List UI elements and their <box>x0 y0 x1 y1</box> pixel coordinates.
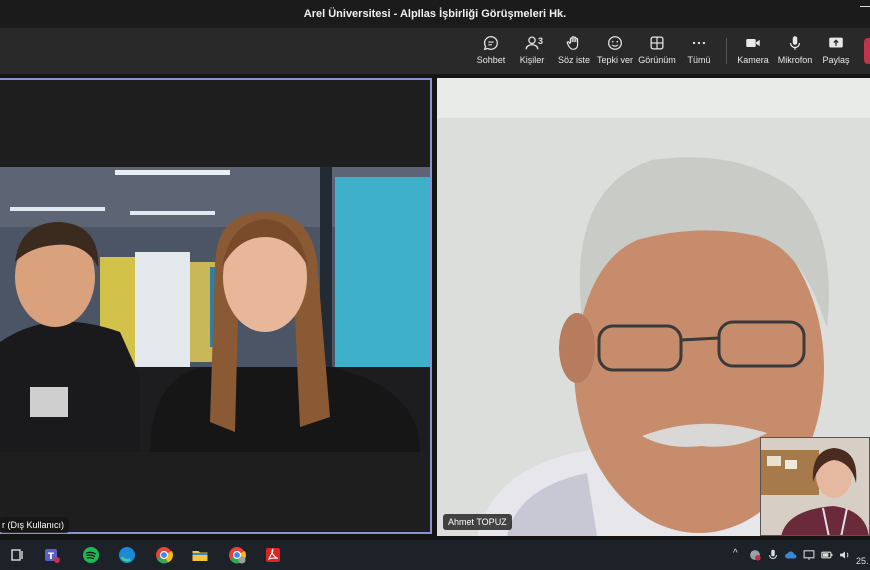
share-label: Paylaş <box>822 55 850 65</box>
participant-name-right: Ahmet TOPUZ <box>443 514 512 530</box>
participant-video-left <box>0 167 430 452</box>
share-button[interactable]: Paylaş <box>812 34 860 65</box>
chrome-icon[interactable] <box>154 545 174 565</box>
more-button[interactable]: Tümü <box>675 34 723 65</box>
camera-icon <box>746 38 760 48</box>
mic-tray-icon[interactable] <box>766 548 780 562</box>
view-label: Görünüm <box>638 55 676 65</box>
view-button[interactable]: Görünüm <box>633 34 681 65</box>
windows-taskbar: T ^ <box>0 540 870 570</box>
chrome-profile-icon[interactable] <box>227 545 247 565</box>
react-button[interactable]: Tepki ver <box>591 34 639 65</box>
raise-hand-label: Söz iste <box>557 55 590 65</box>
participant-name-left: r (Dış Kullanıcı) <box>0 517 70 533</box>
people-button[interactable]: 3 Kişiler <box>508 34 556 65</box>
people-count: 3 <box>538 36 544 46</box>
chat-icon <box>483 36 498 51</box>
battery-icon[interactable] <box>820 548 834 562</box>
taskbar-clock[interactable]: 25. <box>856 556 869 566</box>
spotify-icon[interactable] <box>81 545 101 565</box>
display-icon[interactable] <box>802 548 816 562</box>
file-explorer-icon[interactable] <box>190 545 210 565</box>
leave-button[interactable] <box>864 38 870 64</box>
window-title-bar: Arel Üniversitesi - AlpIlas İşbirliği Gö… <box>0 0 870 28</box>
volume-icon[interactable] <box>838 548 852 562</box>
camera-label: Kamera <box>737 55 769 65</box>
camera-button[interactable]: Kamera <box>729 34 777 65</box>
more-label: Tümü <box>687 55 711 65</box>
teams-icon[interactable]: T <box>42 545 62 565</box>
acrobat-icon[interactable] <box>263 545 283 565</box>
toolbar-divider <box>726 38 727 64</box>
window-title: Arel Üniversitesi - AlpIlas İşbirliği Gö… <box>303 8 567 20</box>
grid-icon <box>650 36 664 50</box>
mic-label: Mikrofon <box>777 55 813 65</box>
meeting-toolbar: Sohbet 3 Kişiler Söz iste Tepki ver Görü… <box>0 28 870 74</box>
participant-tile-left[interactable]: r (Dış Kullanıcı) <box>0 78 432 534</box>
share-icon <box>829 37 843 48</box>
office-video-frame <box>0 167 430 452</box>
self-view-video[interactable] <box>760 437 870 536</box>
minimize-button[interactable] <box>860 6 870 7</box>
chat-label: Sohbet <box>476 55 506 65</box>
onedrive-status-icon[interactable] <box>748 548 762 562</box>
microphone-icon <box>789 36 801 50</box>
smiley-icon <box>608 36 622 50</box>
show-hidden-icons-icon[interactable]: ^ <box>733 548 738 559</box>
edge-icon[interactable] <box>117 545 137 565</box>
more-icon <box>692 41 706 45</box>
people-label: Kişiler <box>519 55 545 65</box>
svg-text:T: T <box>48 552 55 562</box>
cloud-icon[interactable] <box>784 548 798 562</box>
react-label: Tepki ver <box>596 55 633 65</box>
self-view-frame <box>761 438 869 535</box>
hand-icon <box>566 36 579 50</box>
task-view-icon[interactable] <box>8 545 28 565</box>
